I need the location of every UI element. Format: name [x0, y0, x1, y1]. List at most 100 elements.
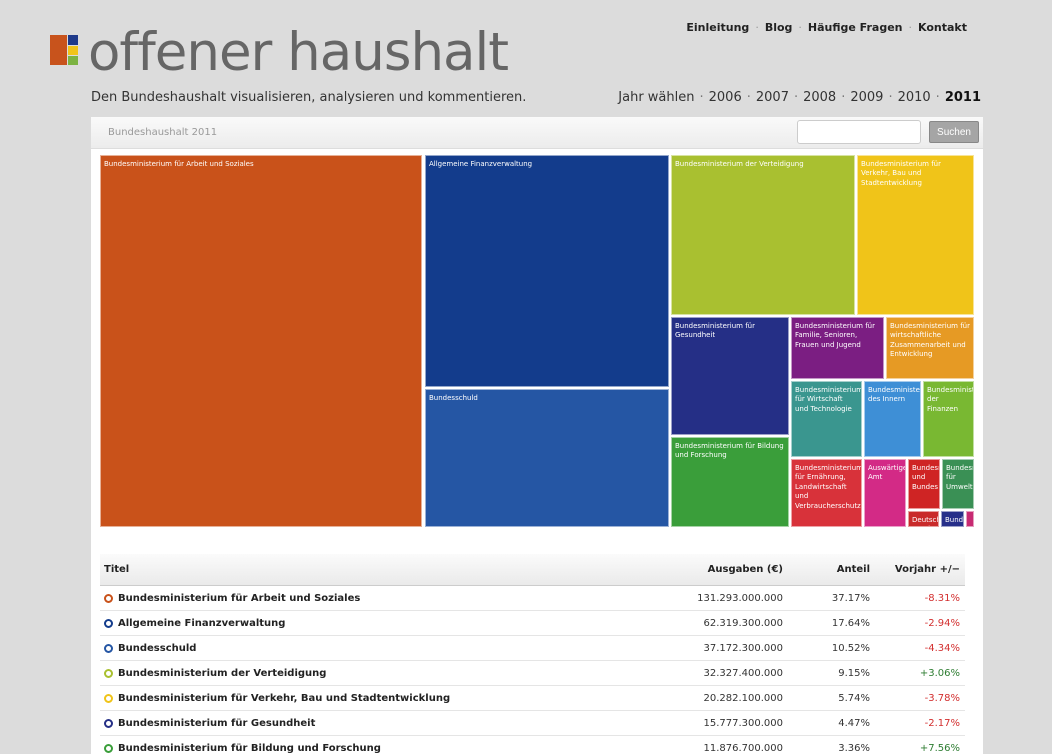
year-separator: ·: [841, 90, 846, 105]
treemap-tile[interactable]: Bundesministerium für Wirtschaft und Tec…: [791, 381, 862, 457]
year-separator: ·: [888, 90, 893, 105]
row-title[interactable]: Bundesministerium für Bildung und Forsch…: [104, 743, 381, 754]
row-change: +7.56%: [919, 743, 960, 754]
table-header: Titel Ausgaben (€) Anteil Vorjahr +/−: [100, 554, 965, 586]
year-link-2011[interactable]: 2011: [945, 90, 981, 105]
year-link-2010[interactable]: 2010: [898, 90, 931, 105]
logo-text: offener haushalt: [88, 22, 509, 83]
tagline: Den Bundeshaushalt visualisieren, analys…: [91, 90, 527, 105]
site-logo[interactable]: offener haushalt: [50, 22, 509, 83]
nav-link-kontakt[interactable]: Kontakt: [918, 21, 967, 34]
treemap-tile[interactable]: Bundesministerium der Verteidigung: [671, 155, 855, 315]
year-link-2008[interactable]: 2008: [803, 90, 836, 105]
row-title-text: Bundesministerium der Verteidigung: [118, 668, 327, 679]
expand-circle-icon[interactable]: [104, 594, 113, 603]
treemap-tile[interactable]: Bundesministerium für Ernährung, Landwir…: [791, 459, 862, 527]
nav-link-faq[interactable]: Häufige Fragen: [808, 21, 903, 34]
search-button[interactable]: Suchen: [929, 121, 979, 143]
budget-table: Titel Ausgaben (€) Anteil Vorjahr +/− Bu…: [100, 554, 965, 754]
logo-icon: [50, 35, 78, 65]
expand-circle-icon[interactable]: [104, 744, 113, 753]
table-row[interactable]: Bundesministerium für Verkehr, Bau und S…: [100, 686, 965, 711]
expand-circle-icon[interactable]: [104, 669, 113, 678]
table-row[interactable]: Bundesministerium für Bildung und Forsch…: [100, 736, 965, 754]
row-amount: 15.777.300.000: [703, 718, 783, 729]
row-title[interactable]: Bundesministerium der Verteidigung: [104, 668, 326, 679]
year-separator: ·: [699, 90, 704, 105]
row-title[interactable]: Allgemeine Finanzverwaltung: [104, 618, 285, 629]
expand-circle-icon[interactable]: [104, 719, 113, 728]
year-link-2006[interactable]: 2006: [709, 90, 742, 105]
row-amount: 11.876.700.000: [703, 743, 783, 754]
row-amount: 32.327.400.000: [703, 668, 783, 679]
row-title[interactable]: Bundesministerium für Gesundheit: [104, 718, 315, 729]
row-share: 9.15%: [838, 668, 870, 679]
top-navigation: Einleitung · Blog · Häufige Fragen · Kon…: [686, 21, 967, 34]
search-input[interactable]: [797, 120, 921, 144]
treemap-tile[interactable]: Bundesministerium der Finanzen: [923, 381, 974, 457]
treemap-tile[interactable]: Bundes: [941, 511, 964, 527]
expand-circle-icon[interactable]: [104, 694, 113, 703]
nav-separator: ·: [908, 21, 913, 34]
treemap-tile[interactable]: Bundesministerium für wirtschaftliche Zu…: [886, 317, 974, 379]
year-link-2009[interactable]: 2009: [850, 90, 883, 105]
treemap-tile[interactable]: Bundesministerium für Umwelt: [942, 459, 974, 509]
row-change: -2.94%: [924, 618, 960, 629]
year-selector: Jahr wählen · 2006 · 2007 · 2008 · 2009 …: [618, 90, 981, 105]
row-change: -2.17%: [924, 718, 960, 729]
row-share: 4.47%: [838, 718, 870, 729]
row-share: 5.74%: [838, 693, 870, 704]
column-header-amount[interactable]: Ausgaben (€): [708, 564, 783, 575]
year-separator: ·: [935, 90, 940, 105]
year-selector-label: Jahr wählen: [618, 90, 695, 105]
row-change: -3.78%: [924, 693, 960, 704]
treemap-tile[interactable]: Bundesministerium für Arbeit und Soziale…: [100, 155, 422, 527]
table-row[interactable]: Bundesministerium für Arbeit und Soziale…: [100, 586, 965, 611]
year-separator: ·: [746, 90, 751, 105]
expand-circle-icon[interactable]: [104, 619, 113, 628]
treemap-tile[interactable]: Bundesministerium für Familie, Senioren,…: [791, 317, 884, 379]
row-change: +3.06%: [919, 668, 960, 679]
row-share: 10.52%: [831, 643, 870, 654]
treemap-tile[interactable]: Bundesministerium des Innern: [864, 381, 921, 457]
table-row[interactable]: Bundesministerium der Verteidigung 32.327…: [100, 661, 965, 686]
treemap-tile[interactable]: Bundesschuld: [425, 389, 669, 527]
table-row[interactable]: Bundesministerium für Gesundheit 15.777.3…: [100, 711, 965, 736]
table-row[interactable]: Bundesschuld 37.172.300.000 10.52% -4.34%: [100, 636, 965, 661]
row-share: 37.17%: [831, 593, 870, 604]
row-title-text: Bundesministerium für Gesundheit: [118, 718, 316, 729]
treemap-tile[interactable]: [966, 511, 974, 527]
row-title[interactable]: Bundesschuld: [104, 643, 196, 654]
row-change: -4.34%: [924, 643, 960, 654]
year-link-2007[interactable]: 2007: [756, 90, 789, 105]
treemap-tile[interactable]: Deutscher Bundestag: [908, 511, 939, 527]
row-title-text: Allgemeine Finanzverwaltung: [118, 618, 286, 629]
row-amount: 20.282.100.000: [703, 693, 783, 704]
row-share: 3.36%: [838, 743, 870, 754]
column-header-share[interactable]: Anteil: [837, 564, 870, 575]
row-share: 17.64%: [831, 618, 870, 629]
row-amount: 62.319.300.000: [703, 618, 783, 629]
row-title[interactable]: Bundesministerium für Verkehr, Bau und S…: [104, 693, 450, 704]
treemap-tile[interactable]: Allgemeine Finanzverwaltung: [425, 155, 669, 387]
column-header-change[interactable]: Vorjahr +/−: [895, 564, 960, 575]
treemap-tile[interactable]: Bundesministerium und Bundes: [908, 459, 940, 509]
treemap-tile[interactable]: Bundesministerium für Bildung und Forsch…: [671, 437, 789, 527]
row-title-text: Bundesministerium für Arbeit und Soziale…: [118, 593, 361, 604]
nav-link-blog[interactable]: Blog: [765, 21, 793, 34]
row-title-text: Bundesministerium für Verkehr, Bau und S…: [118, 693, 451, 704]
panel-title: Bundeshaushalt 2011: [108, 127, 218, 138]
budget-treemap: Bundesministerium für Arbeit und Soziale…: [100, 155, 974, 530]
column-header-title[interactable]: Titel: [104, 564, 129, 575]
year-separator: ·: [793, 90, 799, 105]
treemap-tile[interactable]: Bundesministerium für Verkehr, Bau und S…: [857, 155, 974, 315]
row-amount: 37.172.300.000: [703, 643, 783, 654]
panel-header: Bundeshaushalt 2011 Suchen: [91, 117, 983, 149]
row-title[interactable]: Bundesministerium für Arbeit und Soziale…: [104, 593, 360, 604]
treemap-tile[interactable]: Bundesministerium für Gesundheit: [671, 317, 789, 435]
table-row[interactable]: Allgemeine Finanzverwaltung 62.319.300.00…: [100, 611, 965, 636]
treemap-tile[interactable]: Auswärtiges Amt: [864, 459, 906, 527]
row-change: -8.31%: [924, 593, 960, 604]
expand-circle-icon[interactable]: [104, 644, 113, 653]
nav-link-einleitung[interactable]: Einleitung: [686, 21, 749, 34]
